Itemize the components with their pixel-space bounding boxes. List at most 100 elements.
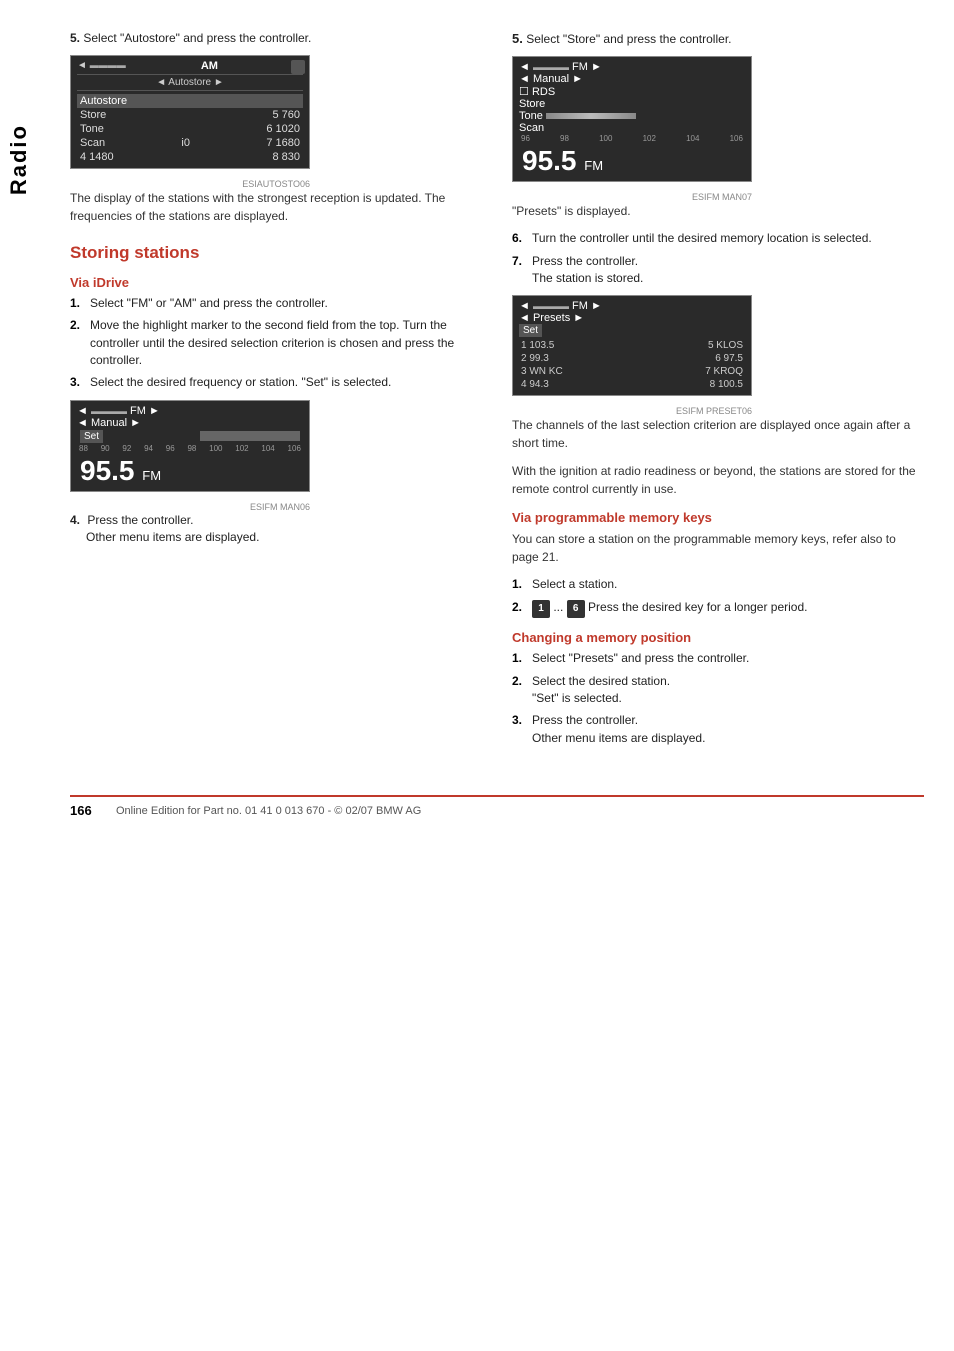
am-left-arrow: ◄ ▬▬▬▬ [77, 60, 126, 71]
right-step5-intro: 5. Select "Store" and press the controll… [512, 30, 924, 48]
am-scan-label: Scan [80, 137, 105, 149]
fm-manual-display: ◄ ▬▬▬▬ FM ► ◄ Manual ► Set 88 90 92 94 9… [70, 400, 310, 492]
fm-store-right-arrow: ► [591, 61, 602, 73]
fm-store-left-arrow: ◄ ▬▬▬▬ [519, 61, 569, 73]
preset-1-col1: 1 103.5 [521, 340, 554, 351]
step6-text: Turn the controller until the desired me… [532, 230, 924, 247]
am-radio-display: ◄ ▬▬▬▬ AM ► ◄ Autostore ► Autostore Stor… [70, 55, 310, 169]
fm-store-band: FM [572, 61, 588, 73]
fm-left-arrow: ◄ ▬▬▬▬ [77, 405, 127, 417]
am-last-val: 8 830 [272, 151, 300, 163]
step5-left-num: 5. [70, 31, 80, 45]
fm-store-top-bar: ◄ ▬▬▬▬ FM ► [519, 61, 745, 73]
fm-manual-caption: ESIFM MAN06 [70, 502, 310, 512]
fm-rds-row: ☐ RDS [519, 85, 745, 98]
prog-step1-text: Select a station. [532, 576, 924, 593]
fm-store-scan-row: Scan [519, 122, 745, 134]
after-presets-text1: The channels of the last selection crite… [512, 416, 924, 452]
right-column: 5. Select "Store" and press the controll… [512, 30, 924, 755]
presets-text: "Presets" is displayed. [512, 202, 924, 220]
preset-row-4: 4 94.3 8 100.5 [519, 378, 745, 391]
changing-step3-text: Press the controller. Other menu items a… [532, 712, 924, 747]
page-footer: 166 Online Edition for Part no. 01 41 0 … [70, 795, 924, 818]
fm-scale-102: 102 [235, 444, 248, 453]
fm-store-106: 106 [730, 134, 743, 143]
am-band-label: AM [201, 60, 218, 72]
am-desc-text: The display of the stations with the str… [70, 189, 482, 225]
am-tone-val: 6 1020 [266, 123, 300, 135]
fm-rds-checkbox: ☐ [519, 86, 529, 98]
idrive-step1-text: Select "FM" or "AM" and press the contro… [90, 295, 482, 312]
presets-display: ◄ ▬▬▬▬ FM ► ◄ Presets ► Set 1 103.5 5 KL… [512, 295, 752, 396]
presets-left-arrow: ◄ ▬▬▬▬ [519, 300, 569, 312]
left-step4: 4. Press the controller. Other menu item… [70, 512, 482, 547]
presets-band: FM [572, 300, 588, 312]
presets-caption: ESIFM PRESET06 [512, 406, 752, 416]
presets-right-arrow: ► [591, 300, 602, 312]
idrive-steps-list: 1. Select "FM" or "AM" and press the con… [70, 295, 482, 392]
fm-store-scan-label: Scan [519, 122, 544, 134]
idrive-step-1: 1. Select "FM" or "AM" and press the con… [70, 295, 482, 312]
fm-store-freq: 95.5 FM [519, 143, 745, 177]
steps-6-7: 6. Turn the controller until the desired… [512, 230, 924, 287]
step7-text: Press the controller. The station is sto… [532, 253, 924, 288]
fm-store-caption: ESIFM MAN07 [512, 192, 752, 202]
am-top-bar: ◄ ▬▬▬▬ AM ► [77, 60, 303, 75]
fm-freq-unit: FM [142, 468, 161, 483]
changing-step2-num: 2. [512, 673, 526, 708]
am-image-caption: ESIAUTOSTO06 [70, 179, 310, 189]
main-content: 5. Select "Autostore" and press the cont… [50, 0, 954, 848]
changing-step-2: 2. Select the desired station. "Set" is … [512, 673, 924, 708]
fm-scale-94: 94 [144, 444, 153, 453]
left-step4-num: 4. [70, 513, 80, 527]
fm-store-sub-bar: ◄ Manual ► [519, 73, 745, 85]
fm-store-item: Store [519, 98, 745, 110]
preset-1-col2: 5 KLOS [708, 340, 743, 351]
preset-row-3: 3 WN KC 7 KROQ [519, 365, 745, 378]
idrive-step2-num: 2. [70, 317, 84, 369]
idrive-step1-num: 1. [70, 295, 84, 312]
fm-set-label: Set [80, 430, 103, 443]
footer-text: Online Edition for Part no. 01 41 0 013 … [116, 805, 421, 817]
idrive-step3-text: Select the desired frequency or station.… [90, 374, 482, 391]
am-store-label: Store [80, 109, 106, 121]
storing-stations-heading: Storing stations [70, 243, 482, 263]
sidebar-radio-label: Radio [0, 60, 38, 260]
fm-store-tone-row: Tone [519, 110, 745, 122]
left-step4-subtext: Other menu items are displayed. [86, 530, 259, 544]
changing-step-3: 3. Press the controller. Other menu item… [512, 712, 924, 747]
idrive-step3-num: 3. [70, 374, 84, 391]
fm-tone-slider [546, 113, 636, 119]
step-7: 7. Press the controller. The station is … [512, 253, 924, 288]
changing-step1-num: 1. [512, 650, 526, 667]
key-btn-1: 1 [532, 600, 550, 619]
fm-right-arrow: ► [149, 405, 160, 417]
fm-top-bar: ◄ ▬▬▬▬ FM ► [77, 405, 303, 417]
fm-store-tone-label: Tone [519, 110, 543, 122]
fm-scale-98: 98 [187, 444, 196, 453]
via-prog-text: You can store a station on the programma… [512, 530, 924, 566]
idrive-step-2: 2. Move the highlight marker to the seco… [70, 317, 482, 369]
step-6: 6. Turn the controller until the desired… [512, 230, 924, 247]
idrive-step-3: 3. Select the desired frequency or stati… [70, 374, 482, 391]
prog-steps-list: 1. Select a station. 2. 1 ... 6 Press th… [512, 576, 924, 618]
am-scan-row: Scan i0 7 1680 [77, 136, 303, 150]
am-last-row: 4 1480 8 830 [77, 150, 303, 164]
prog-step1-num: 1. [512, 576, 526, 593]
fm-scale-100: 100 [209, 444, 222, 453]
prog-step-1: 1. Select a station. [512, 576, 924, 593]
changing-step-1: 1. Select "Presets" and press the contro… [512, 650, 924, 667]
am-sub-bar: ◄ Autostore ► [77, 77, 303, 91]
preset-row-1: 1 103.5 5 KLOS [519, 339, 745, 352]
preset-row-2: 2 99.3 6 97.5 [519, 352, 745, 365]
fm-store-display: ◄ ▬▬▬▬ FM ► ◄ Manual ► ☐ RDS Store Tone … [512, 56, 752, 182]
fm-band-label: FM [130, 405, 146, 417]
via-idrive-heading: Via iDrive [70, 275, 482, 290]
presets-set-label: Set [519, 324, 542, 337]
am-scan-val: 7 1680 [266, 137, 300, 149]
fm-scale-88: 88 [79, 444, 88, 453]
fm-scale-104: 104 [261, 444, 274, 453]
fm-store-102: 102 [643, 134, 656, 143]
prog-dots: ... [553, 600, 566, 614]
prog-step2-num: 2. [512, 599, 526, 619]
